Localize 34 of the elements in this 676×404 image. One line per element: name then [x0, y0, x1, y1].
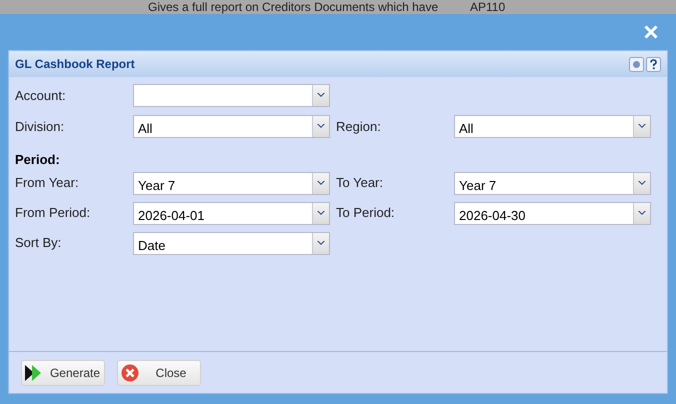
field-label: From Period: — [15, 204, 92, 222]
field-label: Region: — [336, 118, 382, 136]
dropdown-field[interactable]: Year 7 — [133, 172, 330, 194]
field-label: To Period: — [336, 204, 396, 222]
close-icon[interactable] — [644, 25, 658, 39]
dropdown-field[interactable]: 2026-04-01 — [133, 202, 330, 224]
dropdown-field[interactable]: Year 7 — [454, 172, 651, 194]
close-icon — [121, 364, 139, 382]
field-label: From Year: — [15, 174, 80, 192]
caret-icon — [317, 240, 325, 246]
caret-icon — [638, 124, 646, 129]
table-cell: AP110 — [470, 0, 506, 14]
dropdown-field[interactable]: Date — [133, 232, 330, 254]
play-arrows-icon — [25, 364, 43, 380]
caret-icon — [317, 180, 325, 186]
dropdown-field[interactable]: All — [133, 115, 330, 138]
dropdown-field[interactable]: 2026-04-30 — [454, 202, 651, 224]
field-label: Sort By: — [15, 234, 62, 252]
dropdown-field[interactable]: All — [454, 115, 651, 138]
field-label: Division: — [15, 118, 66, 136]
caret-icon — [317, 93, 325, 98]
field-label: To Year: — [336, 174, 384, 192]
help-icon[interactable] — [646, 56, 661, 72]
field-label: Account: — [15, 86, 67, 105]
dropdown-field[interactable] — [133, 84, 330, 107]
panel-title: GL Cashbook Report — [15, 56, 135, 73]
section-heading: Period: — [15, 151, 61, 169]
caret-icon — [317, 124, 325, 129]
caret-icon — [638, 180, 646, 186]
caret-icon — [638, 210, 646, 216]
dialog-button[interactable]: Generate — [21, 360, 105, 386]
table-cell-text: Gives a full report on Creditors Documents which have — [148, 0, 440, 14]
caret-icon — [317, 210, 325, 216]
dialog-button[interactable]: Close — [117, 360, 201, 386]
